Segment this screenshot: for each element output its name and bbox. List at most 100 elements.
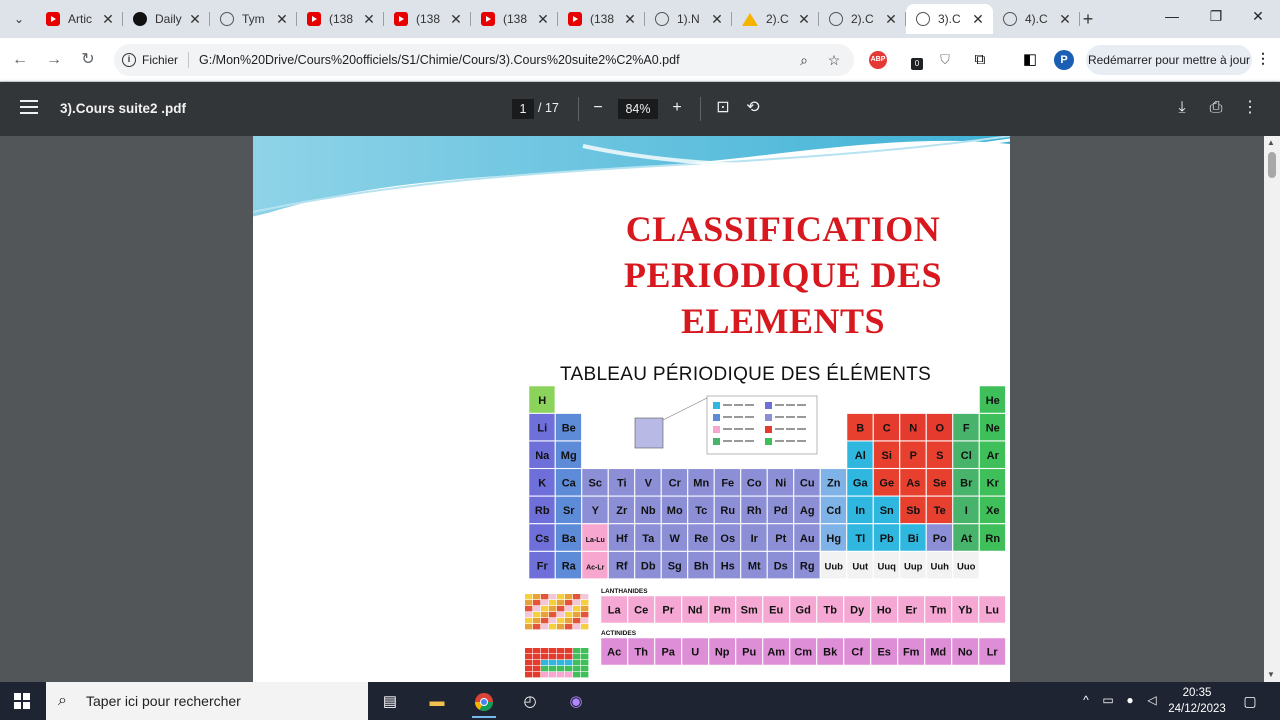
browser-menu-icon[interactable]: ⋮ xyxy=(1256,50,1270,67)
element-cell: P xyxy=(899,440,927,469)
shield-extension-icon[interactable]: ⛉ xyxy=(935,50,955,70)
address-bar[interactable]: i Fichier G:/Mon%20Drive/Cours%20officie… xyxy=(114,44,854,76)
forward-arrow-icon[interactable]: → xyxy=(44,50,64,70)
side-panel-icon[interactable]: ◧ xyxy=(1020,50,1040,70)
browser-tab[interactable]: (138 ✕ xyxy=(384,4,471,34)
tab-close-icon[interactable]: ✕ xyxy=(623,11,637,28)
taskbar-clock[interactable]: 20:35 24/12/2023 xyxy=(1166,685,1228,717)
element-cell: Ca xyxy=(555,468,582,497)
task-view-icon[interactable]: ▤ xyxy=(378,689,402,713)
element-symbol: Ga xyxy=(853,478,869,490)
electronegativity-chart-cell xyxy=(533,624,541,630)
tray-overflow-icon[interactable]: ^ xyxy=(1078,693,1094,707)
page-number-input[interactable]: 1 xyxy=(512,99,534,119)
element-symbol: P xyxy=(910,450,917,462)
element-cell: Rf xyxy=(608,551,635,579)
element-cell: Pd xyxy=(767,496,794,524)
print-icon[interactable]: ⎙ xyxy=(1204,96,1228,120)
element-cell: In xyxy=(846,496,874,524)
toolbar-divider xyxy=(578,97,579,121)
download-icon[interactable]: ⤓ xyxy=(1170,96,1194,120)
hamburger-menu-icon[interactable] xyxy=(20,100,38,114)
browser-tab[interactable]: 2).C ✕ xyxy=(819,4,906,34)
block-chart-cell xyxy=(549,648,557,654)
browser-tab[interactable]: (138 ✕ xyxy=(297,4,384,34)
element-cell: Nb xyxy=(634,496,662,524)
zoom-in-icon[interactable]: + xyxy=(665,96,689,120)
browser-tab[interactable]: (138 ✕ xyxy=(558,4,645,34)
element-cell: Cl xyxy=(952,440,980,469)
pdf-more-icon[interactable]: ⋮ xyxy=(1238,96,1262,120)
rotate-icon[interactable]: ⟲ xyxy=(741,96,765,120)
browser-tab[interactable]: 2).C ✕ xyxy=(732,4,819,34)
zoom-search-icon[interactable]: ⌕ xyxy=(794,52,814,69)
tab-close-icon[interactable]: ✕ xyxy=(188,11,202,28)
tab-search-chevron-icon[interactable]: ⌄ xyxy=(6,6,32,32)
screen-recorder-icon[interactable]: ◴ xyxy=(518,689,542,713)
reload-icon[interactable]: ↻ xyxy=(78,50,98,70)
element-cell: W xyxy=(661,523,688,552)
element-symbol: Os xyxy=(720,533,735,545)
vertical-scrollbar[interactable]: ▲ ▼ xyxy=(1264,136,1280,682)
battery-icon[interactable]: ▭ xyxy=(1100,693,1116,707)
restore-icon[interactable]: ❐ xyxy=(1206,8,1226,25)
extension-icon[interactable]: 0 xyxy=(903,50,923,70)
site-info-icon[interactable]: i xyxy=(122,53,136,67)
new-tab-button[interactable]: + xyxy=(1080,9,1096,30)
element-symbol: Cu xyxy=(800,478,815,490)
tab-close-icon[interactable]: ✕ xyxy=(1058,11,1072,28)
element-symbol: Fe xyxy=(721,478,734,490)
volume-icon[interactable]: ◁ xyxy=(1144,693,1160,707)
scroll-down-icon[interactable]: ▼ xyxy=(1267,670,1275,679)
tab-close-icon[interactable]: ✕ xyxy=(449,11,463,28)
tab-close-icon[interactable]: ✕ xyxy=(362,11,376,28)
tab-close-icon[interactable]: ✕ xyxy=(275,11,289,28)
window-close-icon[interactable]: ✕ xyxy=(1248,8,1268,25)
tab-close-icon[interactable]: ✕ xyxy=(797,11,811,28)
browser-tab[interactable]: Artic ✕ xyxy=(36,4,123,34)
puzzle-extensions-icon[interactable]: ⧉ xyxy=(970,50,990,70)
element-cell: Xe xyxy=(979,496,1006,524)
browser-tab[interactable]: 3).C ✕ xyxy=(906,4,993,34)
tab-close-icon[interactable]: ✕ xyxy=(971,11,985,28)
url-text[interactable]: G:/Mon%20Drive/Cours%20officiels/S1/Chim… xyxy=(199,53,794,67)
fit-page-icon[interactable]: ⊡ xyxy=(711,96,735,120)
microphone-icon[interactable]: ● xyxy=(1122,693,1138,707)
meeting-app-icon[interactable]: ◉ xyxy=(564,689,588,713)
lanthanide-cell: Tb xyxy=(816,595,844,624)
minimize-icon[interactable]: — xyxy=(1162,8,1182,24)
tab-close-icon[interactable]: ✕ xyxy=(710,11,724,28)
browser-tab[interactable]: 4).C ✕ xyxy=(993,4,1080,34)
scrollbar-thumb[interactable] xyxy=(1268,152,1276,178)
scheme-chip[interactable]: Fichier xyxy=(142,53,178,67)
bookmark-star-icon[interactable]: ☆ xyxy=(824,52,844,69)
pdf-viewer[interactable]: CLASSIFICATION PERIODIQUE DES ELEMENTS H… xyxy=(0,136,1280,682)
tab-close-icon[interactable]: ✕ xyxy=(536,11,550,28)
browser-tab[interactable]: 1).N ✕ xyxy=(645,4,732,34)
electronegativity-chart-cell xyxy=(557,612,565,618)
legend-text-line xyxy=(723,440,732,442)
windows-start-icon[interactable] xyxy=(14,693,30,709)
chrome-icon[interactable] xyxy=(472,687,496,718)
browser-tab[interactable]: (138 ✕ xyxy=(471,4,558,34)
back-arrow-icon[interactable]: ← xyxy=(10,50,30,70)
scroll-up-icon[interactable]: ▲ xyxy=(1267,138,1275,147)
taskbar-search-box[interactable]: ⌕ Taper ici pour rechercher xyxy=(46,682,368,720)
browser-tab[interactable]: Daily ✕ xyxy=(123,4,210,34)
element-symbol: Te xyxy=(934,505,946,517)
zoom-level-input[interactable]: 84% xyxy=(618,99,658,119)
element-symbol: I xyxy=(965,505,968,517)
notifications-icon[interactable]: ▢ xyxy=(1242,693,1258,710)
file-explorer-icon[interactable]: ▬ xyxy=(425,689,449,713)
zoom-out-icon[interactable]: − xyxy=(586,96,610,120)
update-restart-button[interactable]: Redémarrer pour mettre à jour xyxy=(1086,45,1252,75)
profile-avatar[interactable]: P xyxy=(1054,50,1074,70)
browser-tab[interactable]: Tym ✕ xyxy=(210,4,297,34)
tab-close-icon[interactable]: ✕ xyxy=(101,11,115,28)
element-cell: At xyxy=(952,523,980,552)
tab-close-icon[interactable]: ✕ xyxy=(884,11,898,28)
globe-icon xyxy=(220,12,234,26)
electronegativity-chart-cell xyxy=(549,594,557,600)
adblock-extension-icon[interactable]: ABP xyxy=(869,51,887,69)
electronegativity-chart-cell xyxy=(573,594,581,600)
